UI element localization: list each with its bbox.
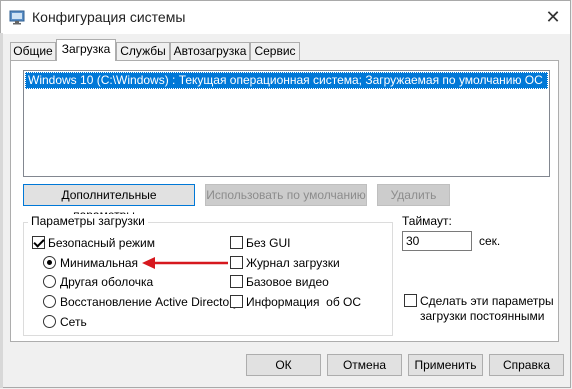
- cancel-button[interactable]: Отмена: [327, 354, 402, 376]
- no-gui-checkbox[interactable]: [230, 236, 243, 249]
- os-list-item[interactable]: Windows 10 (C:\Windows) : Текущая операц…: [25, 72, 548, 89]
- tab-boot[interactable]: Загрузка: [56, 39, 116, 61]
- os-info-checkbox[interactable]: [230, 295, 243, 308]
- timeout-input[interactable]: 30: [402, 231, 472, 251]
- network-label: Сеть: [60, 315, 87, 329]
- help-button[interactable]: Справка: [489, 354, 564, 376]
- base-video-checkbox[interactable]: [230, 275, 243, 288]
- alternate-shell-label: Другая оболочка: [60, 275, 154, 289]
- no-gui-label: Без GUI: [246, 236, 291, 250]
- make-permanent-checkbox[interactable]: [404, 294, 417, 307]
- os-info-label: Информация об ОС: [246, 295, 362, 309]
- ad-repair-label: Восстановление Active Directory: [60, 295, 240, 309]
- minimal-label: Минимальная: [60, 256, 139, 270]
- make-permanent-label-line2: загрузки постоянными: [420, 309, 545, 323]
- tab-general[interactable]: Общие: [10, 42, 56, 60]
- ad-repair-radio[interactable]: [43, 295, 56, 308]
- close-icon[interactable]: ✕: [542, 6, 564, 28]
- alternate-shell-radio[interactable]: [43, 275, 56, 288]
- ok-button[interactable]: ОК: [246, 354, 321, 376]
- tab-startup[interactable]: Автозагрузка: [170, 42, 250, 60]
- base-video-label: Базовое видео: [246, 275, 329, 289]
- annotation-arrow-icon: [142, 257, 228, 269]
- window-title: Конфигурация системы: [32, 9, 186, 25]
- advanced-options-button[interactable]: Дополнительные параметры...: [23, 184, 195, 222]
- tab-tools[interactable]: Сервис: [250, 42, 300, 60]
- timeout-label: Таймаут:: [402, 214, 452, 228]
- network-radio[interactable]: [43, 315, 56, 328]
- apply-button[interactable]: Применить: [408, 354, 483, 376]
- safe-boot-checkbox[interactable]: [32, 236, 45, 249]
- safe-boot-label: Безопасный режим: [48, 236, 155, 250]
- window-left-edge: [0, 33, 3, 388]
- boot-options-title: Параметры загрузки: [28, 214, 148, 228]
- make-permanent-label-line1: Сделать эти параметры: [420, 294, 554, 308]
- minimal-radio[interactable]: [43, 256, 56, 269]
- boot-log-label: Журнал загрузки: [246, 256, 340, 270]
- boot-log-checkbox[interactable]: [230, 256, 243, 269]
- os-list[interactable]: Windows 10 (C:\Windows) : Текущая операц…: [23, 70, 550, 177]
- set-default-button[interactable]: Использовать по умолчанию: [205, 184, 367, 206]
- delete-button[interactable]: Удалить: [377, 184, 450, 206]
- tab-services[interactable]: Службы: [116, 42, 170, 60]
- timeout-unit: сек.: [479, 234, 501, 248]
- app-icon: [9, 10, 25, 25]
